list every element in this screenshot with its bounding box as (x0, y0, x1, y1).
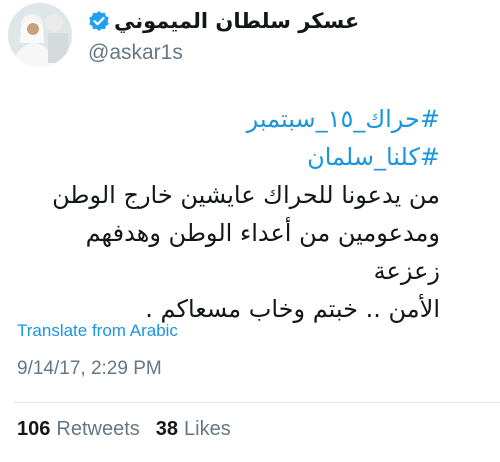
author-handle[interactable]: @askar1s (88, 38, 388, 68)
translate-link[interactable]: Translate from Arabic (17, 321, 178, 341)
likes-label: Likes (184, 418, 231, 440)
retweets-count: 106 (17, 418, 51, 440)
avatar-photo (8, 3, 72, 67)
likes-stat[interactable]: 38 Likes (156, 418, 241, 441)
tweet-line: من يدعونا للحراك عايشين خارج الوطن (52, 181, 440, 209)
verified-badge-icon (88, 10, 110, 32)
tweet-timestamp[interactable]: 9/14/17, 2:29 PM (17, 358, 162, 380)
name-row: عسكر سلطان الميموني (88, 6, 388, 36)
tweet-stats: 106 Retweets 38 Likes (17, 418, 241, 441)
author-display-name[interactable]: عسكر سلطان الميموني (114, 6, 359, 36)
tweet-header: عسكر سلطان الميموني @askar1s (88, 6, 388, 68)
divider (14, 402, 500, 403)
hashtag-link[interactable]: #كلنا_سلمان (20, 138, 440, 176)
tweet-text: #حراك_١٥_سبتمبر #كلنا_سلمان من يدعونا لل… (20, 100, 440, 328)
avatar[interactable] (8, 3, 72, 67)
retweets-label: Retweets (56, 418, 140, 440)
retweets-stat[interactable]: 106 Retweets (17, 418, 150, 441)
hashtag-link[interactable]: #حراك_١٥_سبتمبر (20, 100, 440, 138)
tweet-line: ومدعومين من أعداء الوطن وهدفهم زعزعة (85, 219, 440, 285)
likes-count: 38 (155, 418, 178, 440)
